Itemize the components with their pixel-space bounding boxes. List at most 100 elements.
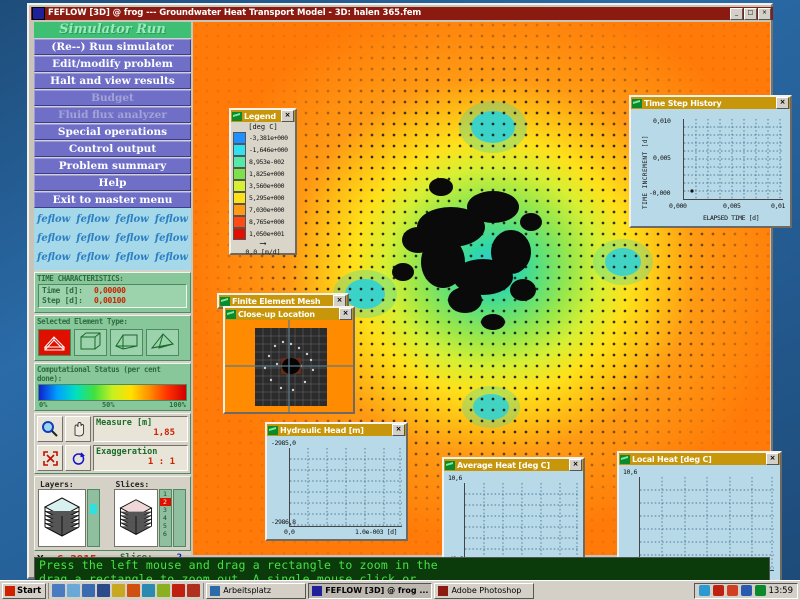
window-title-bar[interactable]: FEFLOW [3D] @ frog --- Groundwater Heat …: [31, 7, 773, 20]
printer-icon[interactable]: [741, 585, 752, 596]
x-axis: [289, 526, 402, 527]
legend-entry: 7,030e+000: [233, 204, 293, 216]
status-line: Press the left mouse and drag a rectangl…: [39, 559, 765, 573]
layers-slices-row: Layers:: [35, 477, 190, 550]
legend-title: Legend: [244, 112, 276, 121]
legend-close-icon[interactable]: ×: [281, 110, 294, 122]
element-type-options: [35, 327, 190, 358]
mail-icon[interactable]: [142, 584, 155, 597]
legend-value: 7,030e+000: [249, 206, 284, 214]
legend-title-bar[interactable]: Legend ×: [231, 110, 295, 122]
warning-icon[interactable]: [172, 584, 185, 597]
layers-stack-icon[interactable]: [38, 489, 86, 547]
network-icon[interactable]: [713, 585, 724, 596]
computational-status-panel: Computational Status (per cent done): 0%…: [34, 363, 191, 411]
mesh-thumbnail: [225, 320, 353, 412]
globe-icon[interactable]: [127, 584, 140, 597]
logo-row: feflow feflow feflow feflow: [34, 210, 191, 229]
legend-swatch: [233, 228, 246, 240]
legend-window[interactable]: Legend × [deg C] -3,381e+000 -1,646e+000…: [229, 108, 297, 255]
zoom-tool-icon[interactable]: [37, 416, 63, 442]
hydraulic-head-close-icon[interactable]: ×: [392, 424, 405, 436]
sidebar-item-help[interactable]: Help: [34, 175, 191, 191]
slice-number-selected[interactable]: 2: [160, 498, 171, 506]
element-type-triangular-prism-icon[interactable]: [38, 329, 71, 356]
taskbar-item-adobe-photoshop[interactable]: Adobe Photoshop: [434, 583, 534, 599]
legend-unit: [deg C]: [233, 123, 293, 131]
folder-icon[interactable]: [52, 584, 65, 597]
hydraulic-head-title: Hydraulic Head [m]: [280, 426, 364, 435]
layers-slider[interactable]: [87, 489, 100, 547]
slice-number[interactable]: 4: [160, 514, 171, 522]
slice-number[interactable]: 6: [160, 530, 171, 538]
close-button[interactable]: ×: [758, 8, 771, 20]
element-type-tetrahedron-icon[interactable]: [146, 329, 179, 356]
logo-row: feflow feflow feflow feflow: [34, 248, 191, 267]
element-type-pentahedron-icon[interactable]: [110, 329, 143, 356]
layers-cell: Layers:: [38, 480, 112, 547]
maximize-button[interactable]: □: [744, 8, 757, 20]
close-up-location-window[interactable]: Close-up Location ×: [223, 306, 355, 414]
plot-grid: [290, 448, 402, 526]
local-heat-title-bar[interactable]: Local Heat [deg C] ×: [619, 453, 780, 465]
hydraulic-head-title-bar[interactable]: Hydraulic Head [m] ×: [267, 424, 406, 436]
close-up-location-close-icon[interactable]: ×: [339, 308, 352, 320]
x-axis: [683, 199, 783, 200]
person-icon[interactable]: [112, 584, 125, 597]
search-icon[interactable]: [67, 584, 80, 597]
book-icon[interactable]: [187, 584, 200, 597]
sidebar-item-control-output[interactable]: Control output: [34, 141, 191, 157]
time-step-history-ylabel: TIME INCREMENT [d]: [642, 135, 649, 209]
start-button[interactable]: Start: [2, 583, 46, 599]
hydraulic-head-window[interactable]: Hydraulic Head [m] × -2985,0 -2986,8: [265, 422, 408, 541]
pencil-icon[interactable]: [157, 584, 170, 597]
sidebar-item-special-operations[interactable]: Special operations: [34, 124, 191, 140]
average-heat-close-icon[interactable]: ×: [569, 459, 582, 471]
slices-cell: Slices:: [114, 480, 188, 547]
slice-number-list[interactable]: 1 2 3 4 5 6: [159, 489, 172, 547]
measure-readout: Measure [m] 1,85: [93, 416, 188, 442]
step-row: Step [d]: 0,00100: [42, 296, 183, 306]
sidebar-item-edit-modify-problem[interactable]: Edit/modify problem: [34, 56, 191, 72]
pan-hand-tool-icon[interactable]: [65, 416, 91, 442]
system-menu-icon[interactable]: [32, 7, 45, 20]
minimize-button[interactable]: _: [730, 8, 743, 20]
slices-scrollbar[interactable]: [173, 489, 186, 547]
taskbar-item-feflow[interactable]: FEFLOW [3D] @ frog ...: [308, 583, 432, 599]
computational-status-scale: 0% 50% 100%: [35, 401, 190, 409]
feflow-icon[interactable]: [755, 585, 766, 596]
time-step-history-window[interactable]: Time Step History × TIME INCREMENT [d] 0…: [629, 95, 792, 228]
sidebar-item-problem-summary[interactable]: Problem summary: [34, 158, 191, 174]
left-control-panel: Simulator Run (Re--) Run simulator Edit/…: [34, 22, 191, 555]
time-step-history-title-bar[interactable]: Time Step History ×: [631, 97, 790, 109]
slice-number[interactable]: 3: [160, 506, 171, 514]
sidebar-item-halt-and-view-results[interactable]: Halt and view results: [34, 73, 191, 89]
computational-status-header: Computational Status (per cent done):: [35, 364, 190, 384]
close-up-location-view[interactable]: [225, 320, 353, 412]
velocity-scale-label: 0,0 [m/d]: [233, 248, 293, 256]
sidebar-item-exit-to-master-menu[interactable]: Exit to master menu: [34, 192, 191, 208]
volume-icon[interactable]: [699, 585, 710, 596]
taskbar-clock[interactable]: 13:59: [769, 586, 794, 596]
slice-number[interactable]: 5: [160, 522, 171, 530]
element-type-hexahedron-icon[interactable]: [74, 329, 107, 356]
slices-stack-icon[interactable]: [114, 489, 158, 547]
exaggeration-readout: Exaggeration 1 : 1: [93, 445, 188, 471]
legend-value: -1,646e+000: [249, 146, 288, 154]
local-heat-close-icon[interactable]: ×: [766, 453, 779, 465]
rotate-tool-icon[interactable]: [65, 445, 91, 471]
slice-number[interactable]: 1: [160, 490, 171, 498]
taskbar-item-arbeitsplatz[interactable]: Arbeitsplatz: [206, 583, 306, 599]
step-value: 0,00100: [94, 296, 126, 306]
average-heat-title: Average Heat [deg C]: [457, 461, 550, 470]
windows-flag-icon: [5, 586, 15, 596]
sidebar-item-run-simulator[interactable]: (Re--) Run simulator: [34, 39, 191, 55]
feflow-window-icon: [445, 461, 455, 470]
zoom-extents-icon[interactable]: [37, 445, 63, 471]
display-icon[interactable]: [97, 584, 110, 597]
antivirus-icon[interactable]: [727, 585, 738, 596]
time-step-history-close-icon[interactable]: ×: [776, 97, 789, 109]
close-up-location-title-bar[interactable]: Close-up Location ×: [225, 308, 353, 320]
paint-icon[interactable]: [82, 584, 95, 597]
average-heat-title-bar[interactable]: Average Heat [deg C] ×: [444, 459, 583, 471]
